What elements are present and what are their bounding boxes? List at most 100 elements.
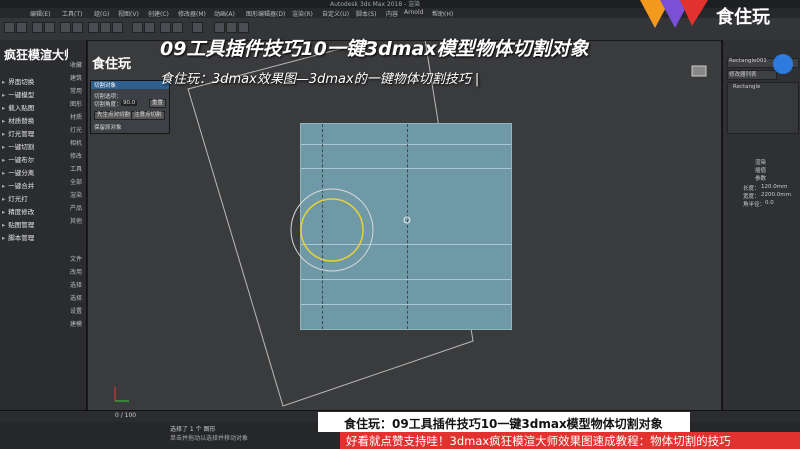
plugin-item[interactable]: ▸ 一键布尔 xyxy=(2,154,66,166)
menu-item[interactable]: 脚本(S) xyxy=(356,9,377,18)
logo-text: 食住玩 xyxy=(716,7,770,28)
redo-icon[interactable] xyxy=(16,22,27,33)
move-icon[interactable] xyxy=(88,22,99,33)
caption-line-2: 好看就点赞支持哇！3dmax疯狂模渲大师效果图速成教程：物体切割的技巧 xyxy=(346,434,731,448)
menu-item[interactable]: 工具(T) xyxy=(62,9,82,18)
slice-guide xyxy=(407,124,408,329)
rotate-icon[interactable] xyxy=(100,22,111,33)
angle-snap-icon[interactable] xyxy=(144,22,155,33)
window-title: Autodesk 3ds Max 2018 - 渲染 xyxy=(330,1,421,8)
plugin-tab[interactable]: 设置 xyxy=(70,306,82,315)
plugin-tab[interactable]: 相机 xyxy=(70,138,82,147)
angle-value-field[interactable]: 90.0 xyxy=(121,100,138,106)
plugin-tab[interactable]: 工具 xyxy=(70,164,82,173)
cursor-icon xyxy=(403,216,411,224)
select-region-icon[interactable] xyxy=(72,22,83,33)
plugin-tab[interactable]: 图形 xyxy=(70,99,82,108)
plugin-brand: 疯狂模渲大师 xyxy=(4,48,77,62)
plugin-item[interactable]: ▸ 精度修改 xyxy=(2,206,66,218)
rollout-parameters[interactable]: 参数 xyxy=(755,174,766,182)
plugin-tab[interactable]: 灯光 xyxy=(70,125,82,134)
dialog-row1-label: 切割选项： xyxy=(94,94,122,100)
menu-item[interactable]: 编辑(E) xyxy=(30,9,50,18)
frame-counter: 0 / 100 xyxy=(115,412,137,419)
cut-button[interactable]: 先生点对切割 xyxy=(94,111,134,120)
dialog-row2-label: 切割角度： xyxy=(94,102,122,108)
plugin-item[interactable]: ▸ 一键模型 xyxy=(2,89,66,101)
length-label: 长度： xyxy=(743,186,760,192)
scale-icon[interactable] xyxy=(112,22,123,33)
plugin-tab[interactable]: 建筑 xyxy=(70,73,82,82)
plugin-item[interactable]: ▸ 灯光打 xyxy=(2,193,66,205)
layer-icon[interactable] xyxy=(192,22,203,33)
slice-line xyxy=(301,168,511,169)
caption-banner-white: 食住玩：09工具插件技巧10一键3dmax模型物体切割对象 xyxy=(318,412,690,432)
menu-item[interactable]: 图形编辑器(D) xyxy=(246,9,285,18)
caption-banner-red: 好看就点赞支持哇！3dmax疯狂模渲大师效果图速成教程：物体切割的技巧 xyxy=(340,432,800,449)
plugin-tab[interactable]: 材质 xyxy=(70,112,82,121)
width-field[interactable]: 2200.0mm xyxy=(761,192,791,198)
command-panel: Rectangle001 修改器列表 Rectangle 渲染 插值 参数 长度… xyxy=(722,40,800,420)
plugin-tab[interactable]: 收藏 xyxy=(70,60,82,69)
plugin-item[interactable]: ▸ 载入贴图 xyxy=(2,102,66,114)
snap-icon[interactable] xyxy=(132,22,143,33)
viewcube-icon[interactable] xyxy=(691,65,707,77)
plugin-tab[interactable]: 其他 xyxy=(70,216,82,225)
render-setup-icon[interactable] xyxy=(226,22,237,33)
plugin-tab[interactable]: 产品 xyxy=(70,203,82,212)
length-field[interactable]: 120.0mm xyxy=(761,184,787,190)
status-hint: 单击并拖动以选择并移动对象 xyxy=(170,435,249,442)
menu-item[interactable]: Arnold xyxy=(404,9,423,16)
status-text: 选择了 1 个 图形 xyxy=(170,426,216,433)
plugin-tab[interactable]: 改用 xyxy=(70,267,82,276)
plugin-item[interactable]: ▸ 灯光管理 xyxy=(2,128,66,140)
plugin-tab[interactable]: 渲染 xyxy=(70,190,82,199)
undo-icon[interactable] xyxy=(4,22,15,33)
menu-item[interactable]: 帮助(H) xyxy=(432,9,453,18)
menu-item[interactable]: 自定义(U) xyxy=(322,9,349,18)
cut-circle[interactable] xyxy=(285,183,380,278)
reset-button[interactable]: 重置 xyxy=(149,99,167,108)
plugin-tab[interactable]: 文件 xyxy=(70,254,82,263)
cut-object-dialog: 切割对象 切割选项： 切割角度： 90.0 重置 先生点对切割 注意点切割 保留… xyxy=(90,80,170,134)
plugin-item[interactable]: ▸ 贴图管理 xyxy=(2,219,66,231)
menu-item[interactable]: 视图(V) xyxy=(118,9,139,18)
menu-item[interactable]: 创建(C) xyxy=(148,9,169,18)
plugin-tab[interactable]: 全部 xyxy=(70,177,82,186)
plugin-item[interactable]: ▸ 脚本管理 xyxy=(2,232,66,244)
select-icon[interactable] xyxy=(60,22,71,33)
menu-item[interactable]: 组(G) xyxy=(94,9,109,18)
plugin-item[interactable]: ▸ 一键切割 xyxy=(2,141,66,153)
mirror-icon[interactable] xyxy=(160,22,171,33)
plugin-tab[interactable]: 修改 xyxy=(70,151,82,160)
align-icon[interactable] xyxy=(172,22,183,33)
slice-line xyxy=(301,144,511,145)
width-label: 宽度： xyxy=(743,194,760,200)
plugin-item[interactable]: ▸ 界面切换 xyxy=(2,76,66,88)
plugin-item[interactable]: ▸ 一键分离 xyxy=(2,167,66,179)
plugin-tab[interactable]: 选择 xyxy=(70,280,82,289)
slice-line xyxy=(301,304,511,305)
rollout-interpolation[interactable]: 插值 xyxy=(755,166,766,174)
menu-item[interactable]: 动画(A) xyxy=(214,9,235,18)
logo-icon xyxy=(640,0,708,28)
plugin-panel: 疯狂模渲大师 ▸ 界面切换 ▸ 一键模型 ▸ 载入贴图 ▸ 材质替换 ▸ 灯光管理 ▸ 一键… xyxy=(0,40,76,420)
stack-item[interactable]: Rectangle xyxy=(733,84,760,90)
material-editor-icon[interactable] xyxy=(214,22,225,33)
plugin-tab[interactable]: 常用 xyxy=(70,86,82,95)
menu-item[interactable]: 渲染(R) xyxy=(292,9,313,18)
plugin-item[interactable]: ▸ 材质替换 xyxy=(2,115,66,127)
slice-line xyxy=(301,279,511,280)
badge-icon xyxy=(773,54,793,74)
menu-item[interactable]: 内容 xyxy=(386,9,398,18)
plugin-item[interactable]: ▸ 一键合并 xyxy=(2,180,66,192)
link-icon[interactable] xyxy=(32,22,43,33)
confirm-cut-button[interactable]: 注意点切割 xyxy=(131,111,165,120)
plugin-tab[interactable]: 选择 xyxy=(70,293,82,302)
corner-radius-field[interactable]: 0.0 xyxy=(765,200,774,206)
menu-item[interactable]: 修改器(M) xyxy=(178,9,206,18)
render-icon[interactable] xyxy=(238,22,249,33)
plugin-tab[interactable]: 建模 xyxy=(70,319,82,328)
unlink-icon[interactable] xyxy=(44,22,55,33)
rollout-render[interactable]: 渲染 xyxy=(755,158,766,166)
